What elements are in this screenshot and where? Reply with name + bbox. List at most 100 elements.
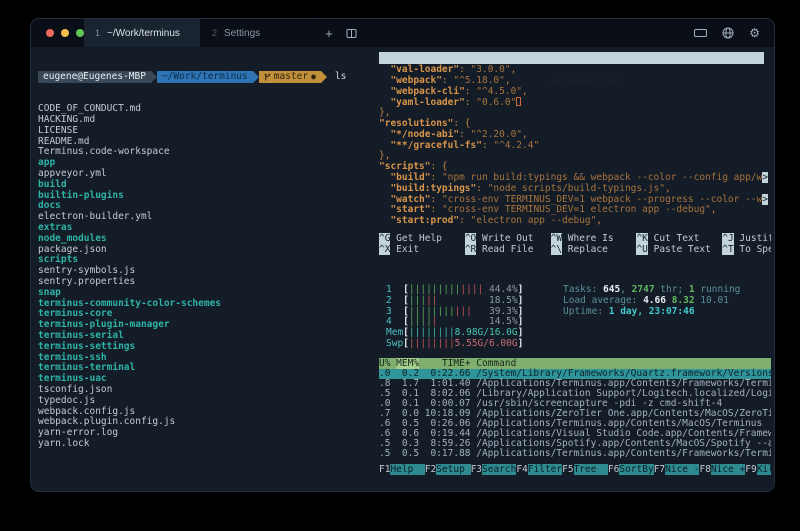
- text-segment: "build:typings": [379, 183, 476, 194]
- text-segment: 645: [603, 284, 620, 295]
- fkey-button[interactable]: F8Nice +: [699, 464, 745, 475]
- text-segment: ,: [665, 183, 671, 194]
- nano-shortcut[interactable]: ^G Get Help: [379, 233, 465, 244]
- keyboard-icon[interactable]: [694, 29, 707, 37]
- text-segment: :: [459, 64, 470, 75]
- file-entry: yarn.lock: [38, 439, 372, 450]
- text-segment: "start:prod": [379, 215, 459, 226]
- new-tab-button[interactable]: +: [318, 19, 340, 47]
- settings-gear-icon[interactable]: ⚙: [749, 27, 760, 39]
- text-segment: "yaml-loader": [379, 97, 465, 108]
- powerline-arrow-icon: [321, 71, 327, 83]
- fkey-label: Search: [482, 464, 516, 475]
- text-segment: Write Out: [476, 233, 550, 244]
- fkey-label: Help: [390, 464, 424, 475]
- process-row[interactable]: .5 0.5 0:17.88 /Applications/Terminus.ap…: [379, 449, 771, 459]
- nano-shortcut[interactable]: ^K Cut Text: [636, 233, 722, 244]
- text-segment: 4.66: [643, 295, 672, 306]
- htop-tasks-info: Tasks: 645, 2747 thr; 1 runningLoad aver…: [563, 285, 740, 317]
- text-segment: 10.01: [700, 295, 729, 306]
- text-segment: 14.5%: [438, 316, 518, 327]
- nano-shortcut[interactable]: ^O Write Out: [465, 233, 551, 244]
- nano-line: "yaml-loader": "0.6.0": [379, 97, 771, 108]
- split-pane-icon[interactable]: [340, 19, 362, 47]
- info-line: Uptime: 1 day, 23:07:46: [563, 307, 740, 318]
- fkey-number: F8: [699, 464, 710, 475]
- text-segment: 8.98G/16.0G: [455, 327, 518, 338]
- nano-shortcut[interactable]: ^X Exit: [379, 244, 465, 255]
- prompt-git-segment: master●: [259, 71, 321, 83]
- directory-entry: terminus-settings: [38, 342, 372, 353]
- htop-function-key-bar: F1Help F2Setup F3SearchF4FilterF5Tree F6…: [379, 464, 771, 475]
- text-segment: :: [430, 204, 441, 215]
- shell-terminal-pane[interactable]: eugene@Eugenes-MBP~/Work/terminusmaster●…: [38, 50, 372, 462]
- tab-number: 1: [95, 28, 100, 38]
- text-segment: ^R: [465, 244, 476, 255]
- ls-output: CODE_OF_CONDUCT.mdHACKING.mdLICENSEREADM…: [38, 104, 372, 450]
- nano-shortcut[interactable]: ^W Where Is: [551, 233, 637, 244]
- tab-number: 2: [212, 28, 217, 38]
- text-segment: To Spell: [734, 244, 771, 255]
- fkey-button[interactable]: F9Kill: [745, 464, 771, 475]
- text-segment: ^J: [722, 233, 733, 244]
- fkey-button[interactable]: F4Filter: [516, 464, 562, 475]
- fkey-button[interactable]: F5Tree: [562, 464, 608, 475]
- fkey-button[interactable]: F3Search: [471, 464, 517, 475]
- text-segment: >: [762, 194, 768, 205]
- nano-shortcut[interactable]: ^J Justify: [722, 233, 771, 244]
- text-segment: "scripts": [379, 161, 430, 172]
- text-segment: ^X: [379, 244, 390, 255]
- fkey-button[interactable]: F7Nice -: [654, 464, 700, 475]
- nano-shortcut[interactable]: ^U Paste Text: [636, 244, 722, 255]
- text-segment: "**/graceful-fs": [379, 140, 482, 151]
- zoom-button[interactable]: [76, 29, 84, 37]
- text-segment: ]: [518, 338, 524, 349]
- text-segment: "^5.18.0": [453, 75, 504, 86]
- nano-shortcut[interactable]: ^R Read File: [465, 244, 551, 255]
- globe-icon[interactable]: [722, 27, 734, 39]
- text-segment: ]: [518, 306, 524, 317]
- fkey-label: Nice -: [665, 464, 699, 475]
- text-segment: "webpack-cli": [379, 86, 465, 97]
- tab-work-terminus[interactable]: 1 ~/Work/terminus: [84, 19, 201, 47]
- nano-editor-content[interactable]: "val-loader": "3.0.0", "webpack": "^5.18…: [379, 65, 771, 227]
- tab-title: ~/Work/terminus: [107, 28, 180, 39]
- tab-settings[interactable]: 2 Settings: [201, 19, 318, 47]
- fkey-button[interactable]: F6SortBy: [608, 464, 654, 475]
- text-segment: Justify: [734, 233, 771, 244]
- text-segment: 44.4%: [483, 284, 517, 295]
- nano-title-bar: GNU nano 4.5 package.json: [379, 52, 764, 64]
- text-segment: ^K: [636, 233, 647, 244]
- right-terminal-pane[interactable]: GNU nano 4.5 package.json "val-loader": …: [379, 50, 771, 488]
- fkey-number: F6: [608, 464, 619, 475]
- text-segment: ^T: [722, 244, 733, 255]
- text-segment: Uptime:: [563, 306, 609, 317]
- text-segment: ^W: [551, 233, 562, 244]
- git-dirty-dot: ●: [311, 71, 316, 83]
- text-segment: ]: [518, 327, 524, 338]
- text-segment: ||||||||: [409, 306, 455, 317]
- process-row[interactable]: .5 0.3 8:59.26 /Applications/Spotify.app…: [379, 439, 771, 449]
- text-segment: },: [379, 107, 390, 118]
- text-segment: 8.32: [672, 295, 701, 306]
- nano-shortcut[interactable]: ^\ Replace: [551, 244, 637, 255]
- terminus-window: 1 ~/Work/terminus 2 Settings + ⚙: [30, 18, 775, 492]
- text-segment: "node scripts/build-typings.js": [488, 183, 665, 194]
- fkey-button[interactable]: F2Setup: [425, 464, 471, 475]
- text-segment: ,: [620, 284, 631, 295]
- fkey-number: F3: [471, 464, 482, 475]
- text-segment: "npm run build:typings && webpack --colo…: [442, 172, 762, 183]
- text-segment: ,: [711, 204, 717, 215]
- minimize-button[interactable]: [61, 29, 69, 37]
- close-button[interactable]: [46, 29, 54, 37]
- file-entry: appveyor.yml: [38, 169, 372, 180]
- text-segment: 18.5%: [438, 295, 518, 306]
- text-segment: ,: [522, 86, 528, 97]
- text-segment: 4: [386, 316, 403, 327]
- text-segment: ]: [518, 295, 524, 306]
- text-segment: :: [459, 129, 470, 140]
- nano-shortcut[interactable]: ^T To Spell: [722, 244, 771, 255]
- text-segment: "cross-env TERMINUS_DEV=1 webpack --prog…: [442, 194, 762, 205]
- fkey-button[interactable]: F1Help: [379, 464, 425, 475]
- text-segment: ||: [426, 295, 437, 306]
